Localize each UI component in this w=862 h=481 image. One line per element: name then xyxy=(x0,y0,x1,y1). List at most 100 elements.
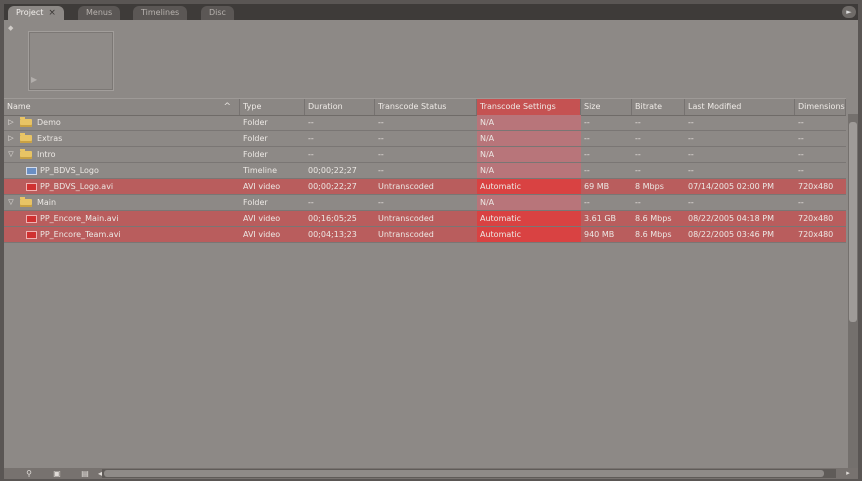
column-duration-label: Duration xyxy=(308,102,343,111)
vertical-scroll-thumb[interactable] xyxy=(849,122,857,322)
project-panel: Project × Menus Timelines Disc ► ◆ ▶ Name… xyxy=(4,4,858,479)
row-dimensions: -- xyxy=(798,198,804,207)
row-bitrate: -- xyxy=(635,166,641,175)
video-file-icon xyxy=(26,215,37,223)
row-dimensions: 720x480 xyxy=(798,230,834,239)
column-transcode-status[interactable]: Transcode Status xyxy=(375,99,477,115)
column-size[interactable]: Size xyxy=(581,99,632,115)
row-last-modified: -- xyxy=(688,166,694,175)
vertical-scrollbar[interactable] xyxy=(848,114,858,468)
row-transcode-status: -- xyxy=(378,166,384,175)
row-duration: 00;00;22;27 xyxy=(308,166,357,175)
collapse-triangle-icon[interactable]: ▽ xyxy=(6,147,16,162)
horizontal-scroll-thumb[interactable] xyxy=(104,470,824,477)
row-dimensions: 720x480 xyxy=(798,214,834,223)
column-transcode-status-label: Transcode Status xyxy=(378,102,447,111)
row-dimensions: -- xyxy=(798,134,804,143)
column-bitrate-label: Bitrate xyxy=(635,102,663,111)
expand-triangle-icon[interactable]: ▷ xyxy=(6,131,16,146)
row-type: AVI video xyxy=(243,230,281,239)
sort-ascending-icon[interactable]: ^ xyxy=(223,99,231,115)
row-dimensions: 720x480 xyxy=(798,182,834,191)
row-last-modified: -- xyxy=(688,198,694,207)
table-row[interactable]: PP_Encore_Team.avi AVI video 00;04;13;23… xyxy=(4,227,846,243)
expand-triangle-icon[interactable]: ▷ xyxy=(6,115,16,130)
folder-icon xyxy=(20,149,32,159)
row-last-modified: -- xyxy=(688,134,694,143)
column-size-label: Size xyxy=(584,102,601,111)
row-last-modified: -- xyxy=(688,118,694,127)
row-size: 940 MB xyxy=(584,230,615,239)
column-duration[interactable]: Duration xyxy=(305,99,375,115)
table-row[interactable]: PP_BDVS_Logo.avi AVI video 00;00;22;27 U… xyxy=(4,179,846,195)
row-transcode-settings: N/A xyxy=(477,115,581,130)
row-size: -- xyxy=(584,118,590,127)
row-bitrate: 8.6 Mbps xyxy=(635,230,672,239)
table-row[interactable]: PP_BDVS_Logo Timeline 00;00;22;27 -- N/A… xyxy=(4,163,846,179)
column-dimensions[interactable]: Dimensions xyxy=(795,99,846,115)
row-duration: 00;16;05;25 xyxy=(308,214,357,223)
table-row[interactable]: ▽ Main Folder -- -- N/A -- -- -- -- xyxy=(4,195,846,211)
table-row[interactable]: PP_Encore_Main.avi AVI video 00;16;05;25… xyxy=(4,211,846,227)
row-duration: 00;04;13;23 xyxy=(308,230,357,239)
column-type[interactable]: Type xyxy=(240,99,305,115)
table-row[interactable]: ▷ Extras Folder -- -- N/A -- -- -- -- xyxy=(4,131,846,147)
row-name: Extras xyxy=(37,134,63,143)
row-type: Folder xyxy=(243,118,268,127)
row-name: Demo xyxy=(37,118,61,127)
scroll-right-icon[interactable]: ▸ xyxy=(842,468,854,479)
close-icon[interactable]: × xyxy=(48,8,56,18)
row-name: Intro xyxy=(37,150,56,159)
trash-icon[interactable]: ▤ xyxy=(78,468,92,479)
row-dimensions: -- xyxy=(798,150,804,159)
tab-menus[interactable]: Menus xyxy=(78,6,121,20)
tab-disc[interactable]: Disc xyxy=(201,6,234,20)
new-item-icon[interactable]: ▣ xyxy=(50,468,64,479)
row-duration: 00;00;22;27 xyxy=(308,182,357,191)
row-bitrate: -- xyxy=(635,198,641,207)
row-type: AVI video xyxy=(243,182,281,191)
row-transcode-status: -- xyxy=(378,150,384,159)
column-last-modified[interactable]: Last Modified xyxy=(685,99,795,115)
scroll-left-icon[interactable]: ◂ xyxy=(96,468,104,479)
row-transcode-settings[interactable]: Automatic xyxy=(477,227,581,242)
panel-menu-icon[interactable]: ► xyxy=(842,6,856,18)
preview-area: ◆ ▶ xyxy=(4,20,858,98)
row-last-modified: 08/22/2005 03:46 PM xyxy=(688,230,774,239)
row-name: PP_BDVS_Logo.avi xyxy=(40,182,114,191)
column-bitrate[interactable]: Bitrate xyxy=(632,99,685,115)
row-last-modified: 08/22/2005 04:18 PM xyxy=(688,214,774,223)
row-transcode-settings[interactable]: Automatic xyxy=(477,179,581,194)
find-icon[interactable]: ⚲ xyxy=(22,468,36,479)
table-row[interactable]: ▷ Demo Folder -- -- N/A -- -- -- -- xyxy=(4,115,846,131)
column-transcode-settings-label: Transcode Settings xyxy=(480,102,556,111)
row-duration: -- xyxy=(308,134,314,143)
folder-icon xyxy=(20,197,32,207)
preview-thumbnail xyxy=(28,31,114,91)
row-transcode-settings: N/A xyxy=(477,163,581,178)
row-name: PP_Encore_Team.avi xyxy=(40,230,121,239)
row-last-modified: 07/14/2005 02:00 PM xyxy=(688,182,774,191)
row-transcode-settings: N/A xyxy=(477,131,581,146)
row-transcode-settings[interactable]: Automatic xyxy=(477,211,581,226)
column-name-label: Name xyxy=(7,102,31,111)
row-transcode-status: -- xyxy=(378,134,384,143)
tab-timelines[interactable]: Timelines xyxy=(133,6,188,20)
row-dimensions: -- xyxy=(798,118,804,127)
row-type: AVI video xyxy=(243,214,281,223)
row-type: Folder xyxy=(243,150,268,159)
preview-dot-icon: ◆ xyxy=(8,24,14,32)
tab-project[interactable]: Project × xyxy=(8,6,64,20)
column-transcode-settings[interactable]: Transcode Settings xyxy=(477,99,581,115)
row-size: 69 MB xyxy=(584,182,610,191)
video-file-icon xyxy=(26,231,37,239)
table-row[interactable]: ▽ Intro Folder -- -- N/A -- -- -- -- xyxy=(4,147,846,163)
video-file-icon xyxy=(26,183,37,191)
collapse-triangle-icon[interactable]: ▽ xyxy=(6,195,16,210)
row-size: -- xyxy=(584,198,590,207)
horizontal-scrollbar[interactable] xyxy=(102,469,836,478)
folder-icon xyxy=(20,117,32,127)
play-icon[interactable]: ▶ xyxy=(31,75,37,84)
column-name[interactable]: Name ^ xyxy=(4,99,240,115)
tab-timelines-label: Timelines xyxy=(141,8,180,17)
